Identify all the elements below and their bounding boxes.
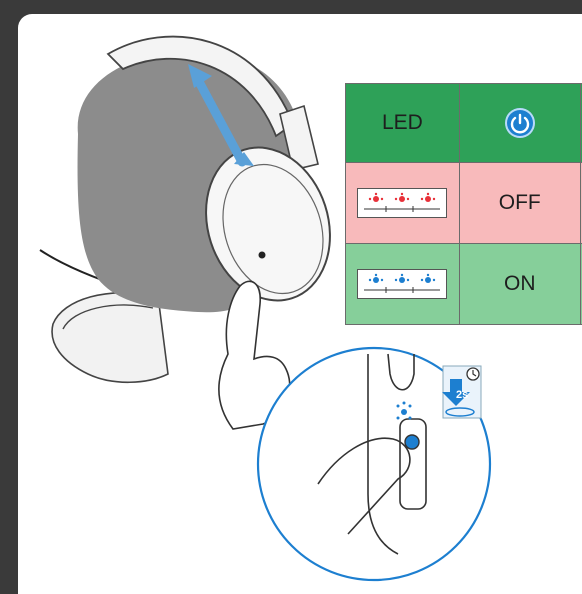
led-column-header: LED: [346, 84, 460, 163]
power-icon: [505, 108, 535, 138]
table-header-row: LED: [346, 84, 582, 163]
instruction-panel: 2s LED: [18, 14, 582, 594]
state-off-label: OFF: [459, 163, 580, 244]
state-on-label: ON: [459, 244, 580, 325]
led-red-blink-indicator: [346, 163, 460, 244]
led-blue-blink-indicator: [346, 244, 460, 325]
led-red-blink-icon: [357, 188, 447, 218]
led-blue-blink-icon: [357, 269, 447, 299]
table-row-off: OFF: [346, 163, 582, 244]
led-status-table: LED: [345, 83, 582, 325]
power-column-header: [459, 84, 580, 163]
zoom-power-button: [405, 435, 419, 449]
timer-label: 2s: [456, 389, 468, 401]
table-row-on: ON: [346, 244, 582, 325]
